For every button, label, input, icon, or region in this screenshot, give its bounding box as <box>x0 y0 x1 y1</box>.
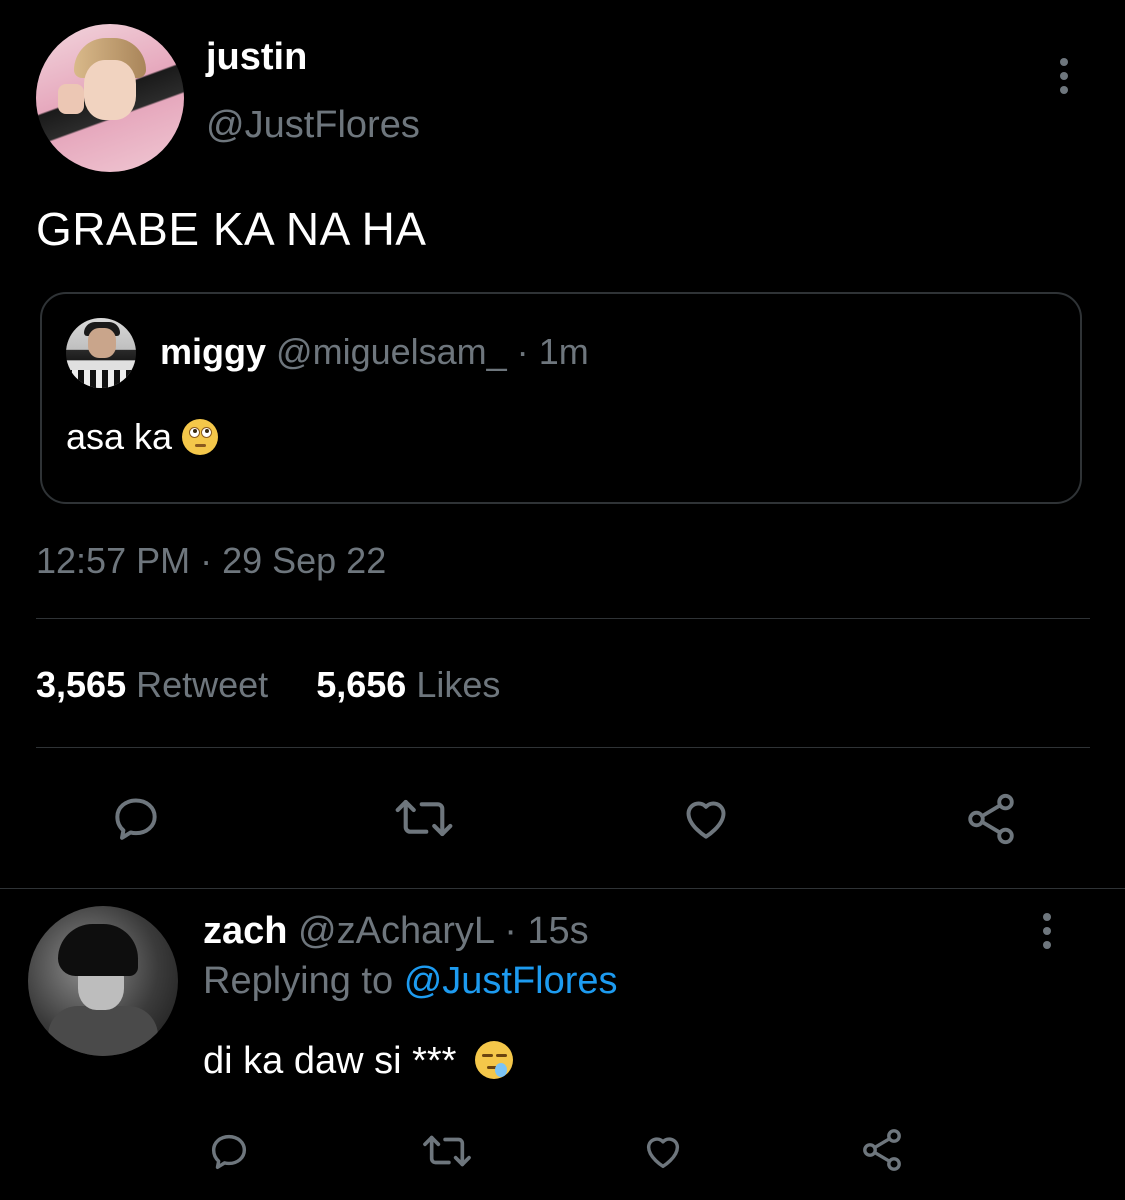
tweet-text: GRABE KA NA HA <box>36 203 427 255</box>
reply-author-avatar[interactable] <box>28 906 178 1056</box>
replying-to-mention[interactable]: @JustFlores <box>404 960 618 1002</box>
quoted-tweet-header: miggy @miguelsam_ · 1m <box>160 331 589 373</box>
quoted-author-name: miggy <box>160 331 267 372</box>
like-icon[interactable] <box>676 790 736 846</box>
like-label[interactable]: Likes <box>416 664 500 705</box>
author-avatar[interactable] <box>36 24 184 172</box>
reply-text: di ka daw si *** <box>203 1040 514 1083</box>
tweet-detail-page: justin @JustFlores GRABE KA NA HA miggy … <box>0 0 1125 1200</box>
rolling-eyes-emoji-icon <box>182 419 219 455</box>
retweet-icon[interactable] <box>392 790 456 846</box>
reply-more-options-icon[interactable] <box>1042 913 1052 949</box>
retweet-count[interactable]: 3,565 <box>36 664 126 705</box>
like-icon[interactable] <box>638 1128 688 1174</box>
reply-icon[interactable] <box>108 790 164 846</box>
reply-time: 15s <box>527 910 589 952</box>
divider <box>36 618 1090 619</box>
quoted-tweet-text: asa ka <box>66 416 219 458</box>
separator-dot: · <box>516 331 529 372</box>
divider <box>0 888 1125 889</box>
author-handle[interactable]: @JustFlores <box>206 104 420 147</box>
retweet-icon[interactable] <box>420 1128 474 1174</box>
replying-to: Replying to @JustFlores <box>203 960 618 1003</box>
replying-to-label: Replying to <box>203 960 394 1002</box>
share-icon[interactable] <box>962 790 1020 848</box>
quoted-author-handle: @miguelsam_ <box>276 331 507 372</box>
tweet-timestamp[interactable]: 12:57 PM · 29 Sep 22 <box>36 540 386 582</box>
retweet-label[interactable]: Retweet <box>136 664 268 705</box>
share-icon[interactable] <box>858 1126 906 1174</box>
sleepy-face-emoji-icon <box>475 1041 514 1079</box>
tweet-stats: 3,565 Retweet 5,656 Likes <box>36 664 500 706</box>
quoted-tweet-time: 1m <box>538 331 589 372</box>
like-count[interactable]: 5,656 <box>316 664 406 705</box>
quoted-author-avatar <box>66 318 136 388</box>
quoted-tweet-body: asa ka <box>66 416 173 457</box>
quoted-tweet-card[interactable] <box>40 292 1082 504</box>
reply-body: di ka daw si *** <box>203 1040 457 1082</box>
author-name[interactable]: justin <box>206 36 307 79</box>
reply-header: zach @zAcharyL · 15s <box>203 910 589 953</box>
divider <box>36 747 1090 748</box>
reply-author-name[interactable]: zach <box>203 910 287 952</box>
more-options-icon[interactable] <box>1059 58 1069 94</box>
separator-dot: · <box>504 910 517 952</box>
reply-icon[interactable] <box>206 1128 252 1174</box>
reply-author-handle[interactable]: @zAcharyL <box>298 910 494 952</box>
